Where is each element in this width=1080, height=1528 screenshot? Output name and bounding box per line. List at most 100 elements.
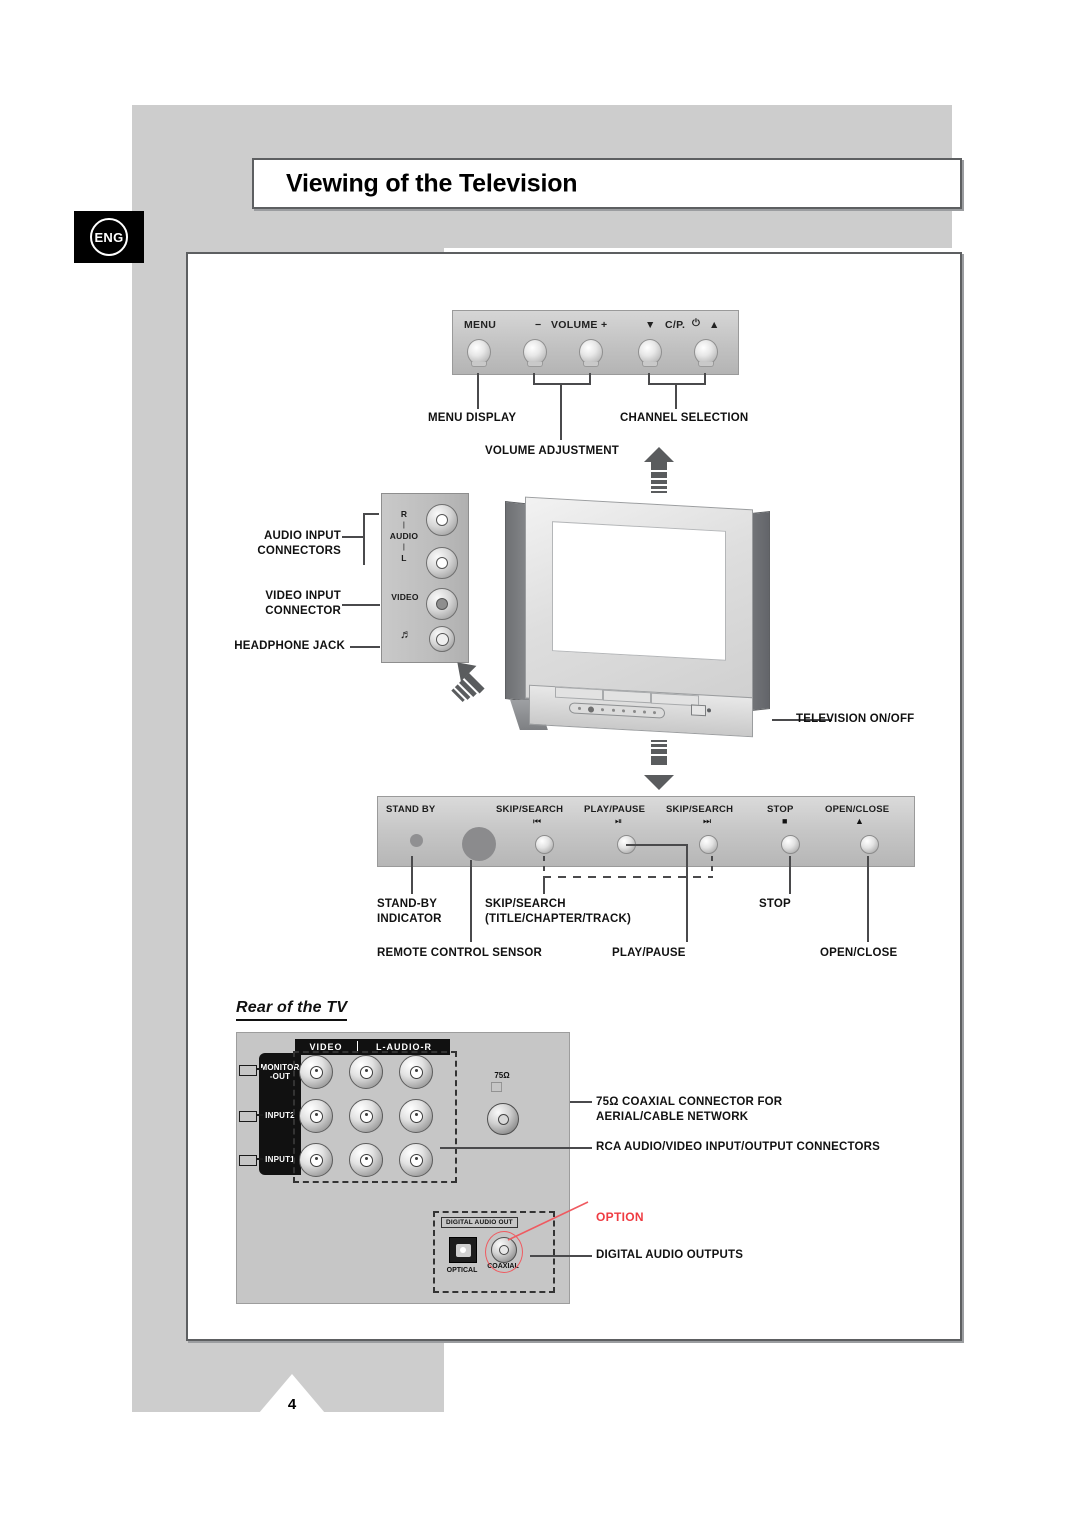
dvd-skip-next-label: SKIP/SEARCH <box>666 804 734 815</box>
tv-front-control-panel: MENU − VOLUME + ▼ C/P. ⏻ ▲ <box>452 310 739 375</box>
callout-volume-adjustment: VOLUME ADJUSTMENT <box>485 445 619 457</box>
callout-video-input-line2: CONNECTOR <box>265 605 341 617</box>
tv-power-switch[interactable] <box>691 704 713 717</box>
stop-button[interactable] <box>781 835 800 854</box>
dvd-stop-label: STOP <box>767 804 794 815</box>
audio-divider-dot-bottom: | <box>402 544 406 551</box>
headphone-icon: ♬ <box>399 627 413 641</box>
standby-indicator-led <box>410 834 423 847</box>
dvd-standby-label: STAND BY <box>386 804 436 815</box>
bracket-audio-inputs <box>363 513 379 565</box>
audio-r-label: R <box>400 509 408 519</box>
callout-stop: STOP <box>759 898 791 910</box>
play-pause-icon: ⏯ <box>615 816 623 826</box>
rca-jack-monitorout-audio-r[interactable] <box>399 1055 433 1089</box>
callout-standby-line2: INDICATOR <box>377 913 442 925</box>
arrow-down-to-dvd-panel <box>644 740 674 790</box>
rca-jack-monitorout-video[interactable] <box>299 1055 333 1089</box>
menu-knob[interactable] <box>467 339 491 367</box>
audio-divider-dot-top: | <box>402 522 406 529</box>
dvd-front-control-panel: STAND BY SKIP/SEARCH ⏮ PLAY/PAUSE ⏯ SKIP… <box>377 796 915 867</box>
rca-jack-input2-audio-r[interactable] <box>399 1099 433 1133</box>
leader-stop <box>789 856 791 894</box>
coaxial-impedance-label: 75Ω <box>494 1071 510 1080</box>
rear-of-tv-heading: Rear of the TV <box>236 999 348 1021</box>
leader-volume <box>560 383 562 440</box>
rca-jack-input1-video[interactable] <box>299 1143 333 1177</box>
rca-jack-input1-audio-l[interactable] <box>349 1143 383 1177</box>
callout-coaxial-line1: 75Ω COAXIAL CONNECTOR FOR <box>596 1096 783 1108</box>
arrow-up-to-tv <box>644 447 674 495</box>
coaxial-aerial-connector[interactable] <box>487 1103 519 1135</box>
remote-control-sensor <box>462 827 496 861</box>
row-label-monitor-out-line2: -OUT <box>269 1072 291 1081</box>
open-close-button[interactable] <box>860 835 879 854</box>
dvd-skip-prev-label: SKIP/SEARCH <box>496 804 564 815</box>
page-title-box: Viewing of the Television <box>252 158 962 209</box>
audio-l-jack[interactable] <box>426 547 458 579</box>
callout-open-close: OPEN/CLOSE <box>820 947 898 959</box>
language-badge: ENG <box>74 211 144 263</box>
volume-label: VOLUME <box>551 319 598 331</box>
callout-menu-display: MENU DISPLAY <box>428 412 517 424</box>
skip-previous-icon: ⏮ <box>533 816 542 826</box>
input1-plug-icon <box>239 1155 263 1166</box>
callout-audio-input-line1: AUDIO INPUT <box>264 530 341 542</box>
optical-output-jack[interactable] <box>449 1237 477 1263</box>
monitor-out-plug-icon <box>239 1065 263 1076</box>
callout-standby-indicator: STAND-BY INDICATOR <box>377 897 442 927</box>
callout-remote-control-sensor: REMOTE CONTROL SENSOR <box>377 947 542 959</box>
callout-video-input-line1: VIDEO INPUT <box>265 590 341 602</box>
language-badge-label: ENG <box>90 218 128 256</box>
dash-skip-next <box>711 856 713 878</box>
skip-previous-button[interactable] <box>535 835 554 854</box>
video-jack[interactable] <box>426 588 458 620</box>
headphone-jack[interactable] <box>429 626 455 652</box>
arrow-diagonal-to-av-panel <box>449 654 511 711</box>
callout-skip-search: SKIP/SEARCH (TITLE/CHAPTER/TRACK) <box>485 897 631 927</box>
channel-up-knob[interactable] <box>694 339 718 367</box>
audio-l-label: L <box>401 553 407 563</box>
callout-audio-input-connectors: AUDIO INPUT CONNECTORS <box>225 529 341 559</box>
rca-jack-monitorout-audio-l[interactable] <box>349 1055 383 1089</box>
callout-headphone-jack: HEADPHONE JACK <box>234 640 345 652</box>
bracket-volume <box>533 373 591 385</box>
volume-minus-label: − <box>535 319 542 331</box>
leader-play-pause-h <box>626 844 688 846</box>
leader-video-input <box>342 604 380 606</box>
option-leader-line <box>507 1201 589 1241</box>
leader-remote-sensor <box>470 860 472 942</box>
skip-next-button[interactable] <box>699 835 718 854</box>
leader-play-pause-v <box>686 844 688 942</box>
tv-front-face <box>525 496 753 712</box>
callout-coaxial-line2: AERIAL/CABLE NETWORK <box>596 1111 749 1123</box>
rca-jack-input1-audio-r[interactable] <box>399 1143 433 1177</box>
callout-television-onoff: TELEVISION ON/OFF <box>796 713 915 725</box>
television-illustration <box>505 495 770 740</box>
leader-channel <box>675 383 677 409</box>
volume-up-knob[interactable] <box>579 339 603 367</box>
callout-skip-line2: (TITLE/CHAPTER/TRACK) <box>485 913 632 925</box>
volume-plus-label: + <box>601 319 608 331</box>
menu-button-label: MENU <box>464 319 497 331</box>
aerial-icon: ⃞ <box>496 1083 508 1093</box>
callout-option: OPTION <box>596 1210 644 1224</box>
rca-jack-input2-audio-l[interactable] <box>349 1099 383 1133</box>
volume-down-knob[interactable] <box>523 339 547 367</box>
rca-jack-input2-video[interactable] <box>299 1099 333 1133</box>
leader-headphone <box>350 646 380 648</box>
page-number: 4 <box>287 1396 297 1413</box>
eject-icon: ▲ <box>855 816 864 826</box>
power-icon: ⏻ <box>692 318 701 329</box>
stop-icon: ■ <box>782 816 788 826</box>
skip-next-icon: ⏭ <box>703 816 712 826</box>
audio-r-jack[interactable] <box>426 504 458 536</box>
dvd-open-close-label: OPEN/CLOSE <box>825 804 890 815</box>
callout-skip-line1: SKIP/SEARCH <box>485 898 566 910</box>
channel-down-knob[interactable] <box>638 339 662 367</box>
callout-rca-connectors: RCA AUDIO/VIDEO INPUT/OUTPUT CONNECTORS <box>596 1141 881 1153</box>
channel-up-icon: ▲ <box>709 319 720 331</box>
leader-digital-audio-outputs <box>530 1255 592 1257</box>
callout-play-pause: PLAY/PAUSE <box>612 947 686 959</box>
leader-standby-indicator <box>411 856 413 894</box>
